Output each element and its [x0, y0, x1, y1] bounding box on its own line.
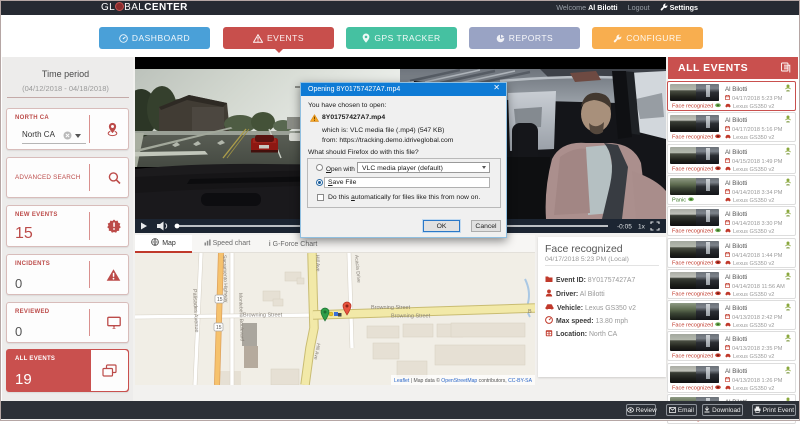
svg-text:Leaflet | Map data © OpenStree: Leaflet | Map data © OpenStreetMap contr… [394, 377, 533, 384]
svg-text:Browning Street: Browning Street [243, 313, 283, 319]
svg-text:-0:05: -0:05 [617, 224, 632, 231]
svg-text:Browning Street: Browning Street [371, 305, 411, 311]
svg-text:Hill Ave: Hill Ave [314, 255, 321, 272]
svg-text:15: 15 [217, 297, 223, 303]
svg-text:15: 15 [216, 325, 222, 331]
svg-text:Browning Street: Browning Street [391, 314, 431, 320]
svg-text:1x: 1x [638, 224, 646, 231]
svg-text:B: B [528, 309, 532, 315]
